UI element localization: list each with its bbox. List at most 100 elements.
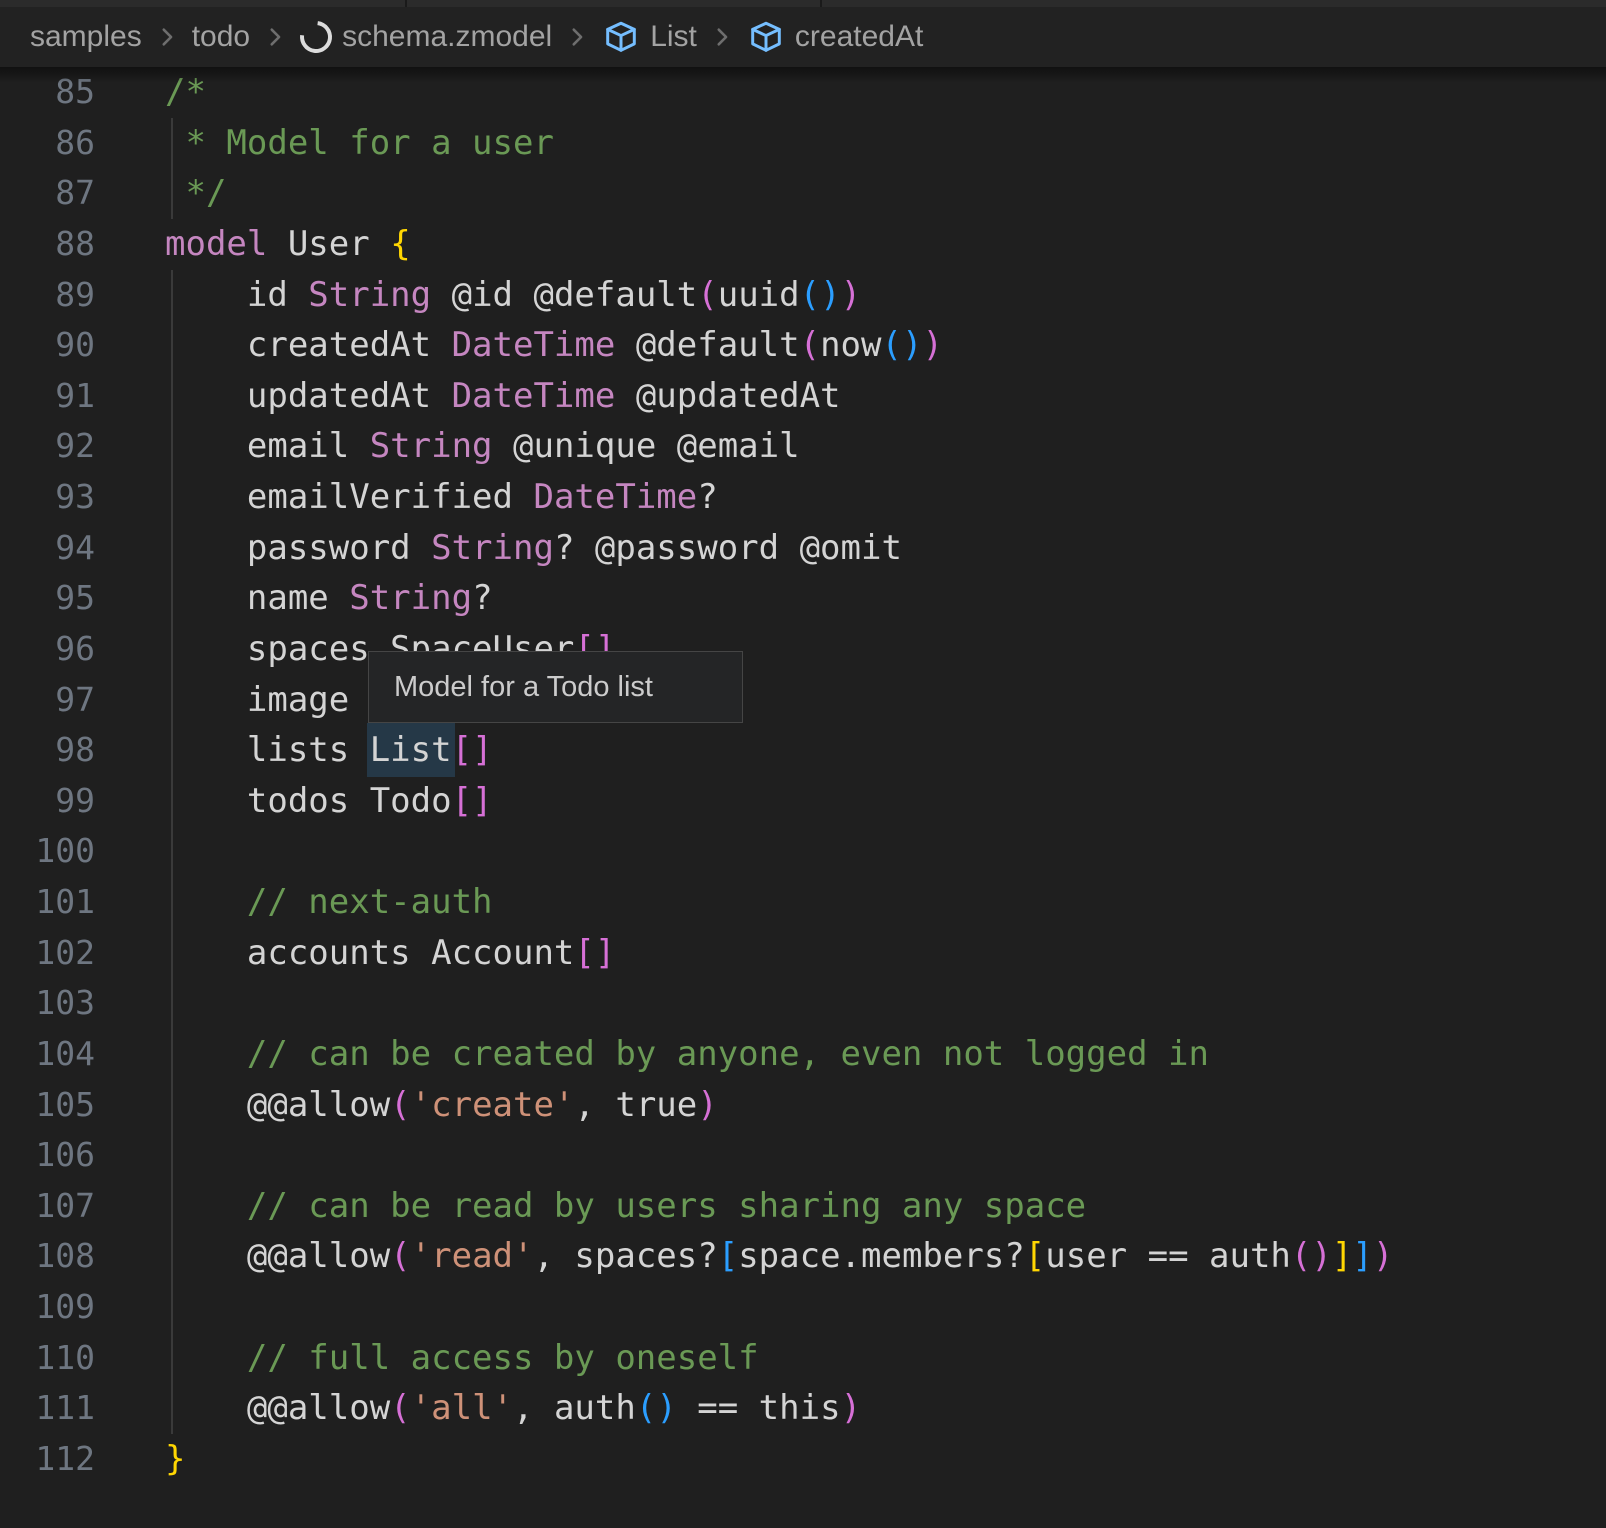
code-line-103[interactable]: 103 xyxy=(0,978,1606,1029)
code-line-94[interactable]: 94 password String? @password @omit xyxy=(0,523,1606,574)
code-line-106[interactable]: 106 xyxy=(0,1130,1606,1181)
breadcrumb-item-label: createdAt xyxy=(795,20,923,54)
breadcrumb-item-label: schema.zmodel xyxy=(342,20,552,54)
code-line-105[interactable]: 105 @@allow('create', true) xyxy=(0,1080,1606,1131)
token: emailVerified xyxy=(165,477,533,517)
code-line-85[interactable]: 85/* xyxy=(0,67,1606,118)
tab-bar-bottom-strip xyxy=(0,0,1606,7)
line-number: 95 xyxy=(0,573,95,624)
token: * Model for a user xyxy=(165,123,554,163)
line-number: 87 xyxy=(0,168,95,219)
token: name xyxy=(165,578,349,618)
breadcrumb: samples todo schema.zmodel List createdAt xyxy=(30,18,923,56)
token: () xyxy=(881,325,922,365)
line-number: 101 xyxy=(0,877,95,928)
token: model xyxy=(165,224,267,264)
line-content: @@allow('read', spaces?[space.members?[u… xyxy=(165,1231,1393,1282)
token: user == auth xyxy=(1045,1236,1291,1276)
token: String xyxy=(308,275,431,315)
token: ( xyxy=(390,1388,410,1428)
code-line-90[interactable]: 90 createdAt DateTime @default(now()) xyxy=(0,320,1606,371)
code-editor[interactable]: 85/*86 * Model for a user87 */88model Us… xyxy=(0,67,1606,1528)
token: id xyxy=(165,275,308,315)
code-line-111[interactable]: 111 @@allow('all', auth() == this) xyxy=(0,1383,1606,1434)
line-number: 106 xyxy=(0,1130,95,1181)
code-line-86[interactable]: 86 * Model for a user xyxy=(0,118,1606,169)
token: @@allow xyxy=(165,1388,390,1428)
code-line-96[interactable]: 96 spaces SpaceUser[] xyxy=(0,624,1606,675)
token: ? xyxy=(472,578,492,618)
code-line-101[interactable]: 101 // next-auth xyxy=(0,877,1606,928)
line-number: 89 xyxy=(0,270,95,321)
breadcrumb-chevron-icon xyxy=(564,24,590,50)
line-number: 93 xyxy=(0,472,95,523)
code-line-99[interactable]: 99 todos Todo[] xyxy=(0,776,1606,827)
token: ) xyxy=(841,275,861,315)
breadcrumb-item-label: samples xyxy=(30,20,142,54)
token: [ xyxy=(718,1236,738,1276)
code-line-97[interactable]: 97 image xyxy=(0,675,1606,726)
code-line-109[interactable]: 109 xyxy=(0,1282,1606,1333)
token: ( xyxy=(390,1085,410,1125)
code-line-91[interactable]: 91 updatedAt DateTime @updatedAt xyxy=(0,371,1606,422)
line-number: 100 xyxy=(0,826,95,877)
token: space.members? xyxy=(738,1236,1025,1276)
token: uuid xyxy=(718,275,800,315)
token: lists xyxy=(165,730,370,770)
code-line-89[interactable]: 89 id String @id @default(uuid()) xyxy=(0,270,1606,321)
breadcrumb-item-samples[interactable]: samples xyxy=(30,20,142,54)
line-number: 94 xyxy=(0,523,95,574)
token: ) xyxy=(922,325,942,365)
code-line-100[interactable]: 100 xyxy=(0,826,1606,877)
token: ] xyxy=(1332,1236,1352,1276)
token: @updatedAt xyxy=(615,376,840,416)
line-content: todos Todo[] xyxy=(165,776,493,827)
token: () xyxy=(800,275,841,315)
code-line-92[interactable]: 92 email String @unique @email xyxy=(0,421,1606,472)
code-line-110[interactable]: 110 // full access by oneself xyxy=(0,1333,1606,1384)
breadcrumb-bar: samples todo schema.zmodel List createdAt xyxy=(0,7,1606,67)
symbol-cube-icon xyxy=(747,18,785,56)
token: /* xyxy=(165,72,206,112)
code-line-95[interactable]: 95 name String? xyxy=(0,573,1606,624)
line-content: createdAt DateTime @default(now()) xyxy=(165,320,943,371)
line-number: 86 xyxy=(0,118,95,169)
line-content: updatedAt DateTime @updatedAt xyxy=(165,371,841,422)
breadcrumb-item-list[interactable]: List xyxy=(602,18,697,56)
line-number: 112 xyxy=(0,1434,95,1485)
token: DateTime xyxy=(533,477,697,517)
symbol-cube-icon xyxy=(602,18,640,56)
code-line-104[interactable]: 104 // can be created by anyone, even no… xyxy=(0,1029,1606,1080)
token: () xyxy=(1291,1236,1332,1276)
line-content: // full access by oneself xyxy=(165,1333,759,1384)
token: , spaces? xyxy=(533,1236,717,1276)
code-line-112[interactable]: 112} xyxy=(0,1434,1606,1485)
token: [ xyxy=(1025,1236,1045,1276)
code-line-98[interactable]: 98 lists List[] xyxy=(0,725,1606,776)
code-line-102[interactable]: 102 accounts Account[] xyxy=(0,928,1606,979)
breadcrumb-item-createdat[interactable]: createdAt xyxy=(747,18,923,56)
token: 'read' xyxy=(411,1236,534,1276)
hover-tooltip: Model for a Todo list xyxy=(368,651,743,723)
token: DateTime xyxy=(452,376,616,416)
code-line-93[interactable]: 93 emailVerified DateTime? xyxy=(0,472,1606,523)
token: String xyxy=(431,528,554,568)
line-content: // next-auth xyxy=(165,877,493,928)
breadcrumb-item-label: todo xyxy=(192,20,250,54)
token: updatedAt xyxy=(165,376,452,416)
breadcrumb-item-schema-zmodel[interactable]: schema.zmodel xyxy=(300,20,552,54)
line-number: 91 xyxy=(0,371,95,422)
token: [] xyxy=(452,781,493,821)
tab-separator xyxy=(820,0,822,7)
code-line-108[interactable]: 108 @@allow('read', spaces?[space.member… xyxy=(0,1231,1606,1282)
code-line-88[interactable]: 88model User { xyxy=(0,219,1606,270)
line-number: 105 xyxy=(0,1080,95,1131)
line-number: 102 xyxy=(0,928,95,979)
code-line-107[interactable]: 107 // can be read by users sharing any … xyxy=(0,1181,1606,1232)
line-content: name String? xyxy=(165,573,493,624)
breadcrumb-item-todo[interactable]: todo xyxy=(192,20,250,54)
code-line-87[interactable]: 87 */ xyxy=(0,168,1606,219)
token: DateTime xyxy=(452,325,616,365)
breadcrumb-chevron-icon xyxy=(262,24,288,50)
line-number: 99 xyxy=(0,776,95,827)
